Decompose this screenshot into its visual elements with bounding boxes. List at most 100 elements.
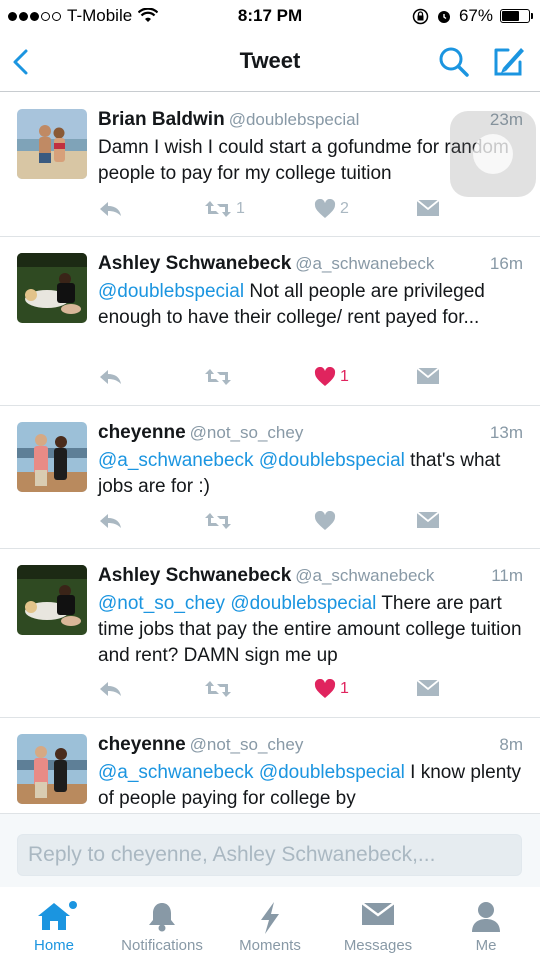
tweet-text: @a_schwanebeck @doublebspecial I know pl… (98, 760, 528, 812)
alarm-icon (437, 11, 450, 23)
retweet-button[interactable] (204, 367, 236, 387)
notifications-icon (149, 903, 175, 932)
tweet-time: 13m (489, 423, 523, 442)
reply-icon (100, 682, 121, 696)
envelope-icon (416, 367, 440, 384)
author-name[interactable]: cheyenne (98, 422, 186, 443)
reply-icon (100, 370, 121, 384)
tab-label: Me (475, 937, 497, 954)
search-icon[interactable] (436, 44, 472, 80)
avatar[interactable] (17, 109, 87, 179)
avatar[interactable] (17, 565, 87, 635)
reply-icon (100, 202, 121, 216)
tweet-text: @doublebspecial Not all people are privi… (98, 279, 528, 331)
reply-composer (0, 813, 540, 887)
tweet-actions (98, 511, 458, 535)
heart-icon (314, 679, 336, 698)
tab-label: Moments (239, 937, 301, 954)
author-handle[interactable]: @a_schwanebeck (295, 566, 434, 585)
tweet-time: 11m (491, 566, 523, 585)
mention-link[interactable]: @a_schwanebeck (98, 450, 254, 471)
tweet[interactable]: cheyenne @not_so_chey 8m @a_schwanebeck @… (0, 718, 540, 813)
mention-link[interactable]: @doublebspecial (98, 281, 244, 302)
reply-icon (100, 514, 121, 528)
signal-strength-icon (8, 11, 61, 21)
like-button[interactable] (314, 511, 340, 531)
envelope-icon (416, 679, 440, 696)
tab-me[interactable]: Me (432, 887, 540, 960)
tweet-header: Ashley Schwanebeck @a_schwanebeck 16m (98, 253, 523, 277)
status-right: 67% (412, 6, 533, 26)
tab-home[interactable]: Home (0, 887, 108, 960)
tweet-actions: 1 2 (98, 199, 458, 223)
author-handle[interactable]: @not_so_chey (190, 735, 304, 754)
avatar[interactable] (17, 422, 87, 492)
direct-message-button[interactable] (416, 367, 440, 385)
direct-message-button[interactable] (416, 511, 440, 529)
battery-icon (500, 9, 533, 23)
compose-icon[interactable] (490, 42, 528, 80)
reply-button[interactable] (98, 679, 124, 699)
mention-link[interactable]: @doublebspecial (259, 762, 405, 783)
like-button[interactable]: 2 (314, 199, 349, 219)
tab-label: Notifications (121, 937, 203, 954)
retweet-count: 1 (236, 200, 245, 217)
like-count: 1 (340, 680, 349, 697)
retweet-button[interactable] (204, 511, 236, 531)
author-handle[interactable]: @not_so_chey (190, 423, 304, 442)
mention-link[interactable]: @doublebspecial (230, 593, 376, 614)
tweet-text-segment: Damn I wish I could start a gofundme for… (98, 137, 509, 184)
tweet[interactable]: cheyenne @not_so_chey 13m @a_schwanebeck … (0, 406, 540, 549)
direct-message-button[interactable] (416, 199, 440, 217)
author-name[interactable]: cheyenne (98, 734, 186, 755)
retweet-button[interactable] (204, 679, 236, 699)
author-name[interactable]: Ashley Schwanebeck (98, 253, 291, 274)
direct-message-button[interactable] (416, 679, 440, 697)
avatar[interactable] (17, 734, 87, 804)
retweet-button[interactable]: 1 (204, 199, 245, 219)
me-icon (472, 902, 500, 932)
carrier-label: T-Mobile (67, 6, 133, 25)
wifi-icon (138, 8, 159, 22)
heart-icon (314, 367, 336, 386)
retweet-icon (205, 369, 231, 385)
mention-link[interactable]: @doublebspecial (259, 450, 405, 471)
tweet[interactable]: Ashley Schwanebeck @a_schwanebeck 16m @do… (0, 237, 540, 406)
tweet-header: cheyenne @not_so_chey 13m (98, 422, 523, 446)
avatar[interactable] (17, 253, 87, 323)
tab-notifications[interactable]: Notifications (108, 887, 216, 960)
reply-button[interactable] (98, 511, 124, 531)
assistive-touch-button[interactable] (450, 111, 536, 197)
status-left: T-Mobile (8, 6, 159, 26)
author-name[interactable]: Ashley Schwanebeck (98, 565, 291, 586)
tab-messages[interactable]: Messages (324, 887, 432, 960)
author-name[interactable]: Brian Baldwin (98, 109, 225, 130)
tweet-text: @a_schwanebeck @doublebspecial that's wh… (98, 448, 528, 500)
mention-link[interactable]: @not_so_chey (98, 593, 225, 614)
tab-moments[interactable]: Moments (216, 887, 324, 960)
like-button[interactable]: 1 (314, 367, 349, 387)
tab-label: Home (33, 937, 74, 954)
moments-icon (261, 902, 279, 934)
tweet-time: 16m (489, 254, 523, 273)
tweet[interactable]: Brian Baldwin @doublebspecial 23m Damn I … (0, 93, 540, 237)
reply-button[interactable] (98, 367, 124, 387)
reply-input[interactable] (17, 834, 522, 876)
chevron-left-icon[interactable] (6, 44, 38, 80)
battery-percent: 67% (458, 6, 493, 25)
retweet-icon (205, 681, 231, 697)
heart-icon (314, 511, 336, 530)
tweet-text: @not_so_chey @doublebspecial There are p… (98, 591, 528, 669)
tweet-header: cheyenne @not_so_chey 8m (98, 734, 523, 758)
status-bar: T-Mobile 8:17 PM 67% (0, 0, 540, 34)
envelope-icon (416, 511, 440, 528)
tweet[interactable]: Ashley Schwanebeck @a_schwanebeck 11m @no… (0, 549, 540, 718)
new-content-indicator (69, 901, 77, 909)
author-handle[interactable]: @doublebspecial (229, 110, 360, 129)
mention-link[interactable]: @a_schwanebeck (98, 762, 254, 783)
reply-button[interactable] (98, 199, 124, 219)
like-button[interactable]: 1 (314, 679, 349, 699)
retweet-icon (205, 201, 231, 217)
author-handle[interactable]: @a_schwanebeck (295, 254, 434, 273)
conversation-feed[interactable]: Brian Baldwin @doublebspecial 23m Damn I … (0, 93, 540, 813)
